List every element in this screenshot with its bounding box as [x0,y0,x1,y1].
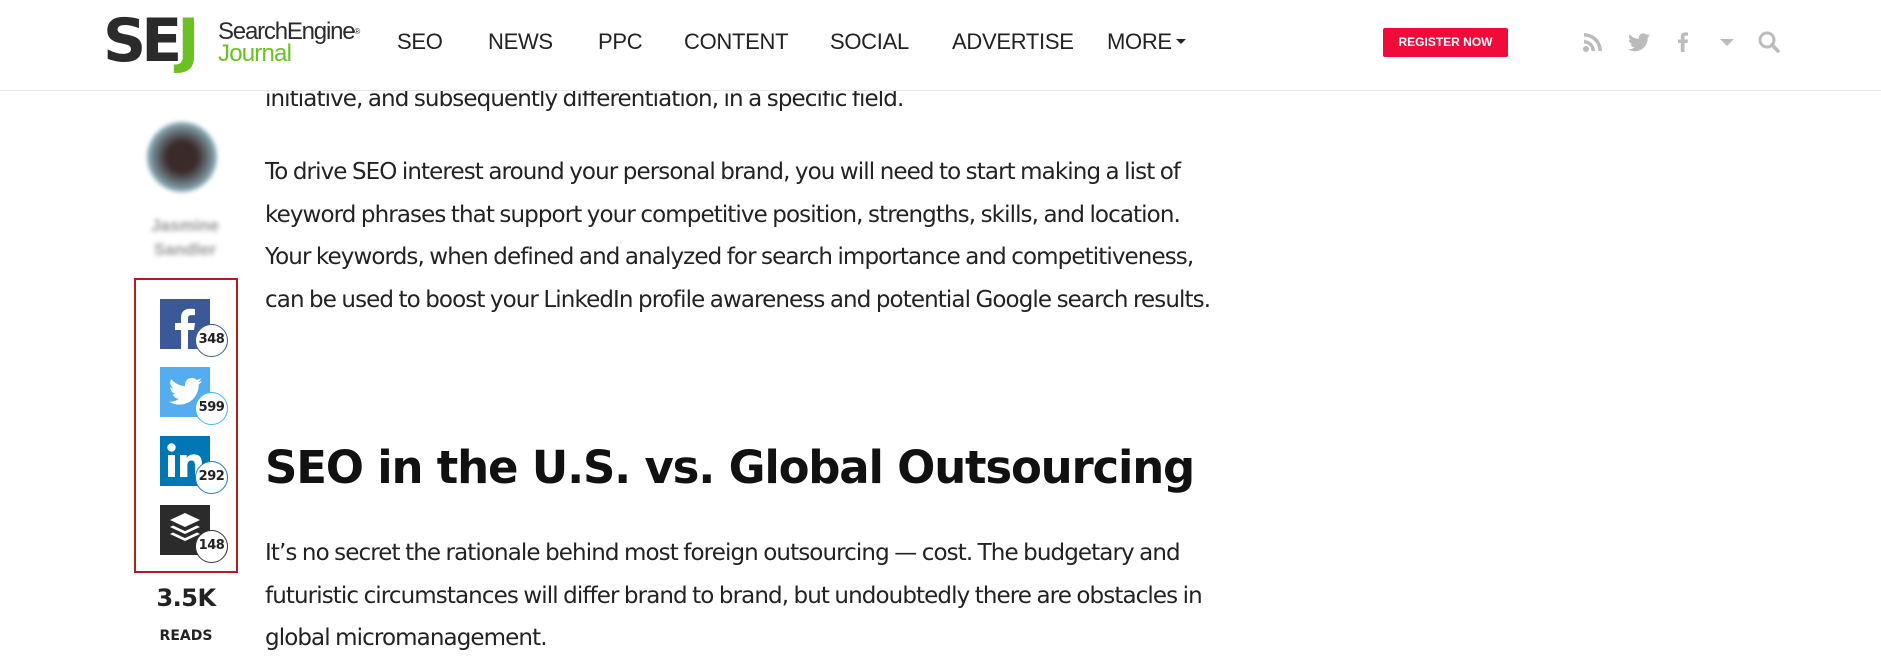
logo-mark-j: J [177,6,199,76]
search-icon[interactable] [1757,30,1781,54]
share-count-linkedin: 292 [195,461,228,494]
twitter-icon[interactable] [1627,30,1651,54]
section-heading: SEO in the U.S. vs. Global Outsourcing [265,441,1195,494]
caret-down-icon [1175,38,1186,44]
nav-seo[interactable]: SEO [397,28,443,56]
nav-content[interactable]: CONTENT [684,28,789,56]
nav-social[interactable]: SOCIAL [830,28,909,56]
article-paragraph: It’s no secret the rationale behind most… [265,540,1203,651]
registered-mark: ® [354,27,361,36]
logo-mark-se: SE [103,6,182,76]
nav-news[interactable]: NEWS [488,28,553,56]
reads-label: READS [159,628,213,644]
logo-wordmark-line2: Journal [218,40,292,67]
facebook-icon[interactable] [1671,30,1695,54]
share-count-twitter: 599 [195,392,228,425]
nav-ppc[interactable]: PPC [598,28,643,56]
nav-more-label: MORE [1107,29,1172,54]
share-linkedin-button[interactable]: 292 [160,436,228,494]
site-header: SEJ SearchEngine® Journal SEO NEWS PPC C… [0,0,1881,91]
share-count-buffer: 148 [195,530,228,563]
share-twitter-button[interactable]: 599 [160,367,228,425]
rss-icon[interactable] [1581,30,1605,54]
register-now-button[interactable]: REGISTER NOW [1383,28,1508,57]
article-paragraph: To drive SEO interest around your person… [265,159,1211,313]
nav-more[interactable]: MORE [1107,28,1186,56]
author-name[interactable]: Jasmine Sandler [145,214,225,262]
site-logo[interactable]: SEJ SearchEngine® Journal [103,8,363,74]
reads-count: 3.5K [156,584,216,612]
nav-advertise[interactable]: ADVERTISE [952,28,1074,56]
share-count-facebook: 348 [195,324,228,357]
social-share-box: 348 599 292 148 [134,278,238,573]
share-facebook-button[interactable]: 348 [160,299,228,357]
author-avatar[interactable] [147,122,217,192]
share-buffer-button[interactable]: 148 [160,505,228,563]
chevron-down-icon[interactable] [1715,30,1739,54]
logo-mark: SEJ [103,6,200,76]
